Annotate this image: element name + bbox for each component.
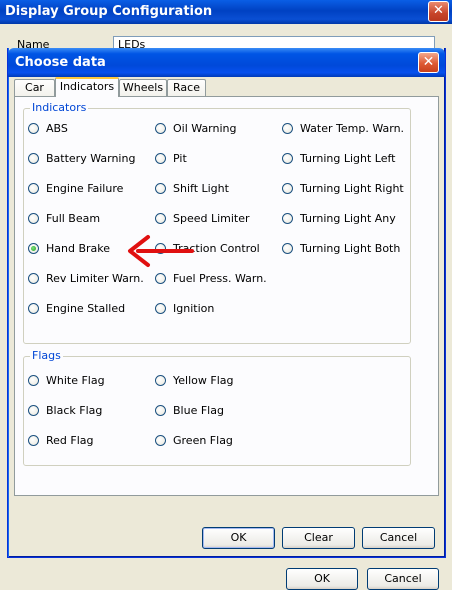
annotation-arrow-icon (128, 235, 194, 267)
radio-unchecked-icon[interactable] (155, 213, 166, 224)
dialog-titlebar: Choose data (8, 48, 445, 77)
radio-unchecked-icon[interactable] (28, 273, 39, 284)
radio-unchecked-icon[interactable] (282, 153, 293, 164)
radio-unchecked-icon[interactable] (282, 213, 293, 224)
radio-label: Red Flag (46, 434, 94, 447)
radio-label: Turning Light Both (300, 242, 401, 255)
dialog-title: Choose data (15, 55, 106, 70)
radio-label: Yellow Flag (173, 374, 234, 387)
outer-window-title: Display Group Configuration (5, 4, 213, 19)
radio-label: Battery Warning (46, 152, 136, 165)
close-icon: ✕ (433, 3, 444, 18)
outer-ok-button[interactable]: OK (286, 568, 358, 590)
radio-label: Rev Limiter Warn. (46, 272, 144, 285)
radio-label: Shift Light (173, 182, 229, 195)
outer-window-titlebar: Display Group Configuration (0, 0, 452, 24)
radio-unchecked-icon[interactable] (282, 183, 293, 194)
radio-label: ABS (46, 122, 68, 135)
close-icon: ✕ (422, 54, 435, 70)
dialog-close-button[interactable]: ✕ (418, 52, 439, 73)
radio-label: Full Beam (46, 212, 101, 225)
flags-group: Flags White Flag Black Flag Red Flag Yello… (23, 349, 411, 466)
radio-checked-icon[interactable] (28, 243, 39, 254)
radio-label: Turning Light Any (300, 212, 396, 225)
radio-label: Water Temp. Warn. (300, 122, 405, 135)
radio-unchecked-icon[interactable] (155, 303, 166, 314)
radio-label: Fuel Press. Warn. (173, 272, 267, 285)
radio-unchecked-icon[interactable] (28, 123, 39, 134)
clear-button[interactable]: Clear (282, 527, 355, 549)
choose-data-dialog: Choose data ✕ Car Indicators Wheels Race… (7, 48, 446, 558)
radio-label: Engine Failure (46, 182, 124, 195)
radio-unchecked-icon[interactable] (28, 183, 39, 194)
radio-label: Black Flag (46, 404, 103, 417)
tab-wheels[interactable]: Wheels (119, 79, 167, 96)
radio-unchecked-icon[interactable] (28, 303, 39, 314)
flags-group-legend: Flags (30, 349, 63, 363)
radio-label: White Flag (46, 374, 105, 387)
radio-label: Engine Stalled (46, 302, 126, 315)
radio-label: Turning Light Right (300, 182, 404, 195)
tab-indicators[interactable]: Indicators (55, 77, 119, 97)
radio-label: Speed Limiter (173, 212, 250, 225)
tab-car[interactable]: Car (14, 79, 55, 96)
tab-race[interactable]: Race (167, 79, 206, 96)
radio-unchecked-icon[interactable] (282, 243, 293, 254)
radio-unchecked-icon[interactable] (155, 123, 166, 134)
radio-label: Turning Light Left (300, 152, 396, 165)
radio-unchecked-icon[interactable] (155, 375, 166, 386)
indicators-group-legend: Indicators (30, 101, 89, 115)
radio-unchecked-icon[interactable] (155, 153, 166, 164)
radio-label: Pit (173, 152, 187, 165)
radio-unchecked-icon[interactable] (155, 183, 166, 194)
radio-unchecked-icon[interactable] (155, 405, 166, 416)
outer-cancel-button[interactable]: Cancel (367, 568, 439, 590)
radio-unchecked-icon[interactable] (155, 435, 166, 446)
indicators-tab-panel: Indicators ABS Battery Warning Engine Fail… (14, 96, 439, 496)
indicators-group: Indicators ABS Battery Warning Engine Fail… (23, 101, 411, 344)
radio-unchecked-icon[interactable] (282, 123, 293, 134)
radio-label: Oil Warning (173, 122, 237, 135)
radio-label: Ignition (173, 302, 215, 315)
radio-label: Hand Brake (46, 242, 111, 255)
radio-unchecked-icon[interactable] (28, 435, 39, 446)
radio-unchecked-icon[interactable] (155, 273, 166, 284)
radio-label: Blue Flag (173, 404, 224, 417)
radio-unchecked-icon[interactable] (28, 153, 39, 164)
cancel-button[interactable]: Cancel (362, 527, 435, 549)
radio-unchecked-icon[interactable] (28, 405, 39, 416)
radio-unchecked-icon[interactable] (28, 213, 39, 224)
radio-label: Green Flag (173, 434, 233, 447)
ok-button[interactable]: OK (202, 527, 275, 549)
radio-unchecked-icon[interactable] (28, 375, 39, 386)
outer-close-button[interactable]: ✕ (428, 1, 449, 22)
